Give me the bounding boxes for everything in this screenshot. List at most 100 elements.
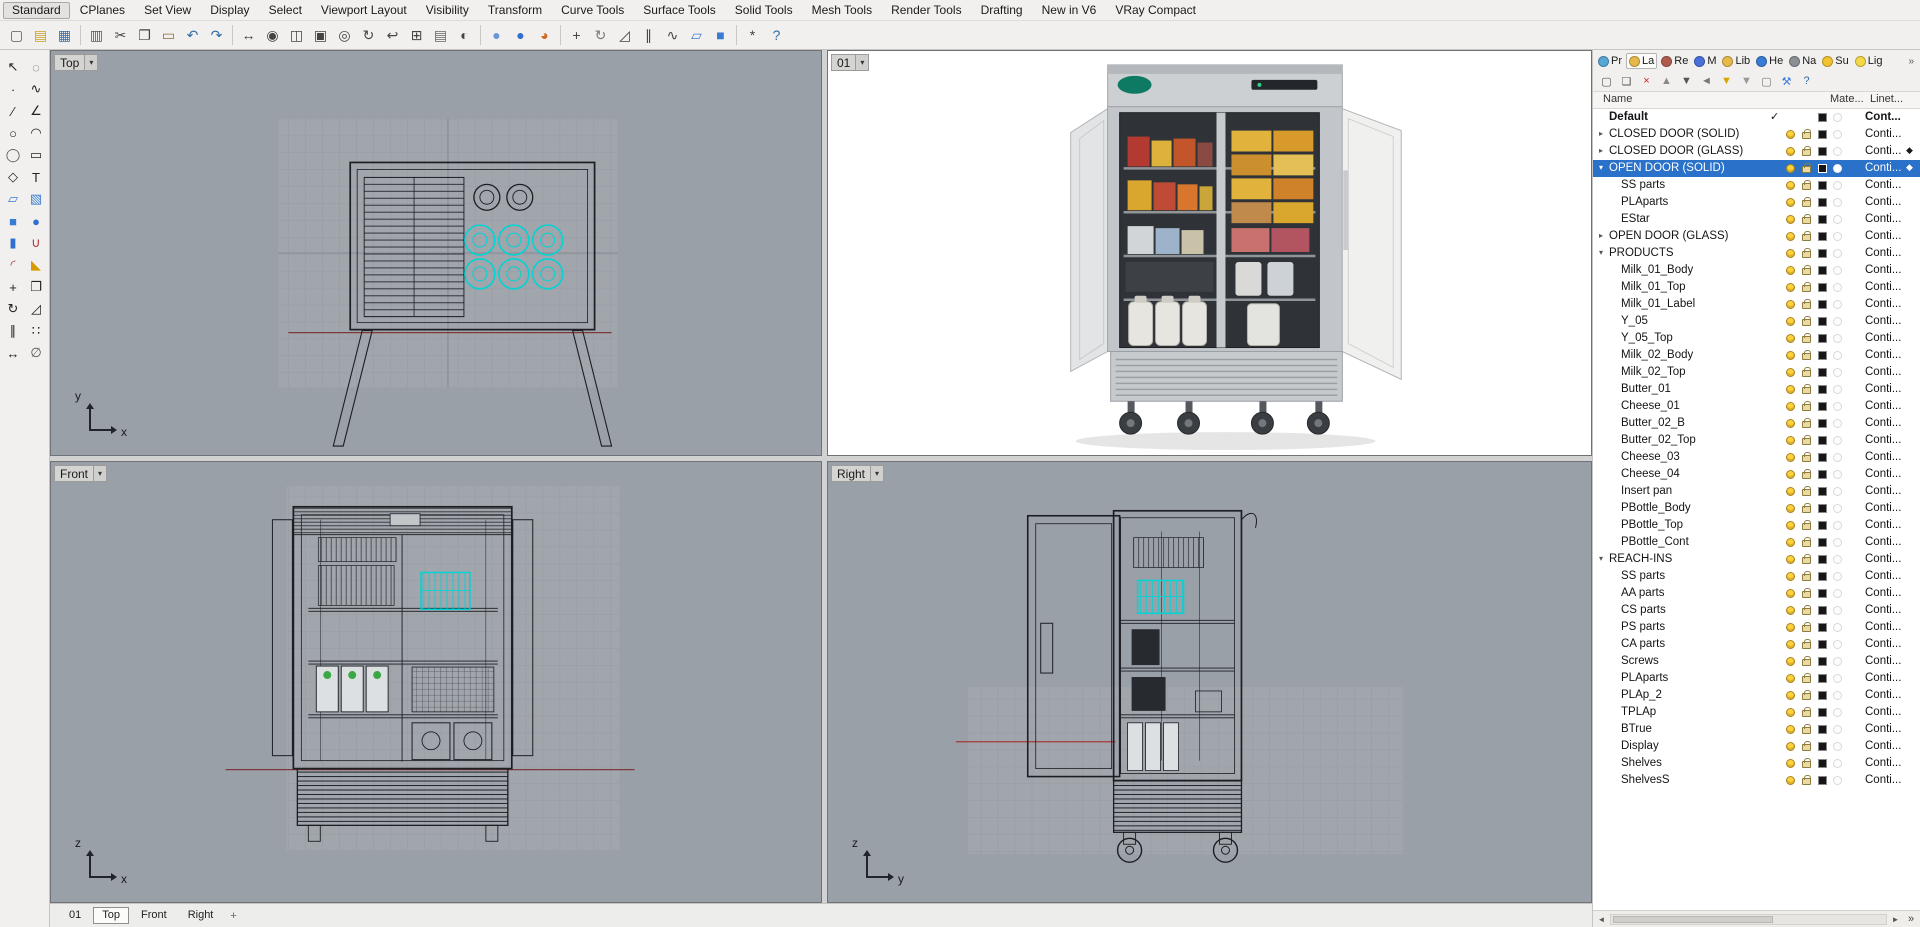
layer-linetype-label[interactable]: Cont...	[1865, 111, 1905, 123]
layer-color-swatch[interactable]	[1818, 589, 1827, 598]
hide-object-icon[interactable]: ∅	[25, 342, 48, 364]
scale-icon[interactable]: ◿	[25, 298, 48, 320]
layer-material-icon[interactable]	[1833, 402, 1842, 411]
layer-linetype-label[interactable]: Conti...	[1865, 519, 1905, 531]
layer-row-ss-parts[interactable]: SS parts Conti...	[1593, 177, 1920, 194]
layer-row-ss-parts[interactable]: SS parts Conti...	[1593, 568, 1920, 585]
layer-material-icon[interactable]	[1833, 215, 1842, 224]
layer-linetype-label[interactable]: Conti...	[1865, 570, 1905, 582]
layer-lock-icon[interactable]	[1802, 367, 1811, 377]
layer-row-shelvess[interactable]: ShelvesS Conti...	[1593, 772, 1920, 789]
layer-visibility-bulb-icon[interactable]	[1786, 147, 1795, 156]
layer-lock-icon[interactable]	[1802, 469, 1811, 479]
menu-tab-render-tools[interactable]: Render Tools	[882, 2, 971, 19]
surface-tools-icon[interactable]: ▱	[685, 24, 708, 47]
layer-row-default[interactable]: Default ✓ Cont...	[1593, 109, 1920, 126]
select-arrow-icon[interactable]: ↖	[2, 56, 25, 78]
layer-material-icon[interactable]	[1833, 538, 1842, 547]
layer-color-swatch[interactable]	[1818, 487, 1827, 496]
layer-lock-icon[interactable]	[1802, 282, 1811, 292]
layer-lock-icon[interactable]	[1802, 180, 1811, 190]
copy-object-icon[interactable]: ❐	[25, 276, 48, 298]
layer-visibility-bulb-icon[interactable]	[1786, 708, 1795, 717]
layer-visibility-bulb-icon[interactable]	[1786, 504, 1795, 513]
layer-visibility-bulb-icon[interactable]	[1786, 691, 1795, 700]
expand-arrow-icon[interactable]: ▸	[1596, 231, 1606, 240]
h-scrollbar-thumb[interactable]	[1613, 915, 1773, 923]
layer-linetype-label[interactable]: Conti...	[1865, 587, 1905, 599]
h-scrollbar-track[interactable]	[1610, 913, 1887, 925]
layer-color-swatch[interactable]	[1818, 640, 1827, 649]
menu-tab-mesh-tools[interactable]: Mesh Tools	[803, 2, 881, 19]
layer-row-aa-parts[interactable]: AA parts Conti...	[1593, 585, 1920, 602]
menu-tab-cplanes[interactable]: CPlanes	[71, 2, 134, 19]
layer-lock-icon[interactable]	[1802, 758, 1811, 768]
layer-lock-icon[interactable]	[1802, 350, 1811, 360]
layer-linetype-label[interactable]: Conti...	[1865, 230, 1905, 242]
scale-icon[interactable]: ◿	[613, 24, 636, 47]
layer-visibility-bulb-icon[interactable]	[1786, 215, 1795, 224]
layer-lock-icon[interactable]	[1802, 605, 1811, 615]
layer-row-plaparts[interactable]: PLAparts Conti...	[1593, 670, 1920, 687]
solid-tools-icon[interactable]: ■	[709, 24, 732, 47]
layer-material-icon[interactable]	[1833, 742, 1842, 751]
layer-color-swatch[interactable]	[1818, 623, 1827, 632]
menu-tab-viewport-layout[interactable]: Viewport Layout	[312, 2, 416, 19]
layer-linetype-label[interactable]: Conti...	[1865, 451, 1905, 463]
menu-tab-vray-compact[interactable]: VRay Compact	[1106, 2, 1205, 19]
layer-visibility-bulb-icon[interactable]	[1786, 521, 1795, 530]
layer-visibility-bulb-icon[interactable]	[1786, 181, 1795, 190]
layer-linetype-label[interactable]: Conti...	[1865, 128, 1905, 140]
layer-visibility-bulb-icon[interactable]	[1786, 487, 1795, 496]
layer-material-icon[interactable]	[1833, 589, 1842, 598]
layer-row-milk-01-label[interactable]: Milk_01_Label Conti...	[1593, 296, 1920, 313]
layer-visibility-bulb-icon[interactable]	[1786, 419, 1795, 428]
layer-row-cheese-04[interactable]: Cheese_04 Conti...	[1593, 466, 1920, 483]
viewport-title-perspective[interactable]: 01 ▾	[831, 54, 870, 71]
rotate-view-icon[interactable]: ↻	[357, 24, 380, 47]
layer-material-icon[interactable]	[1833, 504, 1842, 513]
layer-color-swatch[interactable]	[1818, 708, 1827, 717]
layer-color-swatch[interactable]	[1818, 198, 1827, 207]
layer-lock-icon[interactable]	[1802, 401, 1811, 411]
layer-linetype-label[interactable]: Conti...	[1865, 553, 1905, 565]
paste-icon[interactable]: ▭	[157, 24, 180, 47]
layer-material-icon[interactable]	[1833, 674, 1842, 683]
boolean-union-icon[interactable]: ∪	[25, 232, 48, 254]
layer-material-icon[interactable]	[1833, 776, 1842, 785]
layer-color-swatch[interactable]	[1818, 538, 1827, 547]
layer-lock-icon[interactable]	[1802, 707, 1811, 717]
layer-visibility-bulb-icon[interactable]	[1786, 606, 1795, 615]
mirror-icon[interactable]: ∥	[2, 320, 25, 342]
viewport-top[interactable]: Top ▾ y x	[50, 50, 822, 456]
layer-color-swatch[interactable]	[1818, 368, 1827, 377]
collapse-arrow-icon[interactable]: ▾	[1596, 163, 1606, 172]
layer-color-swatch[interactable]	[1818, 691, 1827, 700]
panel-tab-properties[interactable]: Pr	[1596, 54, 1624, 68]
layer-lock-icon[interactable]	[1802, 520, 1811, 530]
layer-lock-icon[interactable]	[1802, 197, 1811, 207]
layer-tools-icon[interactable]: ⚒	[1779, 74, 1794, 89]
layer-visibility-bulb-icon[interactable]	[1786, 538, 1795, 547]
match-layer-icon[interactable]: ◄	[1699, 74, 1714, 89]
layer-report-icon[interactable]: ▢	[1759, 74, 1774, 89]
layer-color-swatch[interactable]	[1818, 334, 1827, 343]
new-file-icon[interactable]: ▢	[5, 24, 28, 47]
layer-lock-icon[interactable]	[1802, 452, 1811, 462]
panel-tab-sun[interactable]: Su	[1820, 54, 1850, 68]
layer-material-icon[interactable]	[1833, 164, 1842, 173]
menu-tab-standard[interactable]: Standard	[3, 1, 70, 19]
layer-visibility-bulb-icon[interactable]	[1786, 130, 1795, 139]
open-file-icon[interactable]: ▤	[29, 24, 52, 47]
layer-visibility-bulb-icon[interactable]	[1786, 249, 1795, 258]
layer-lock-icon[interactable]	[1802, 248, 1811, 258]
zoom-dynamic-icon[interactable]: ◉	[261, 24, 284, 47]
lasso-select-icon[interactable]: ◌	[25, 56, 48, 78]
layer-color-swatch[interactable]	[1818, 776, 1827, 785]
layer-material-icon[interactable]	[1833, 334, 1842, 343]
layer-linetype-label[interactable]: Conti...	[1865, 400, 1905, 412]
box-icon[interactable]: ■	[2, 210, 25, 232]
layer-linetype-label[interactable]: Conti...	[1865, 723, 1905, 735]
chamfer-icon[interactable]: ◣	[25, 254, 48, 276]
viewport-title-top[interactable]: Top ▾	[54, 54, 99, 71]
